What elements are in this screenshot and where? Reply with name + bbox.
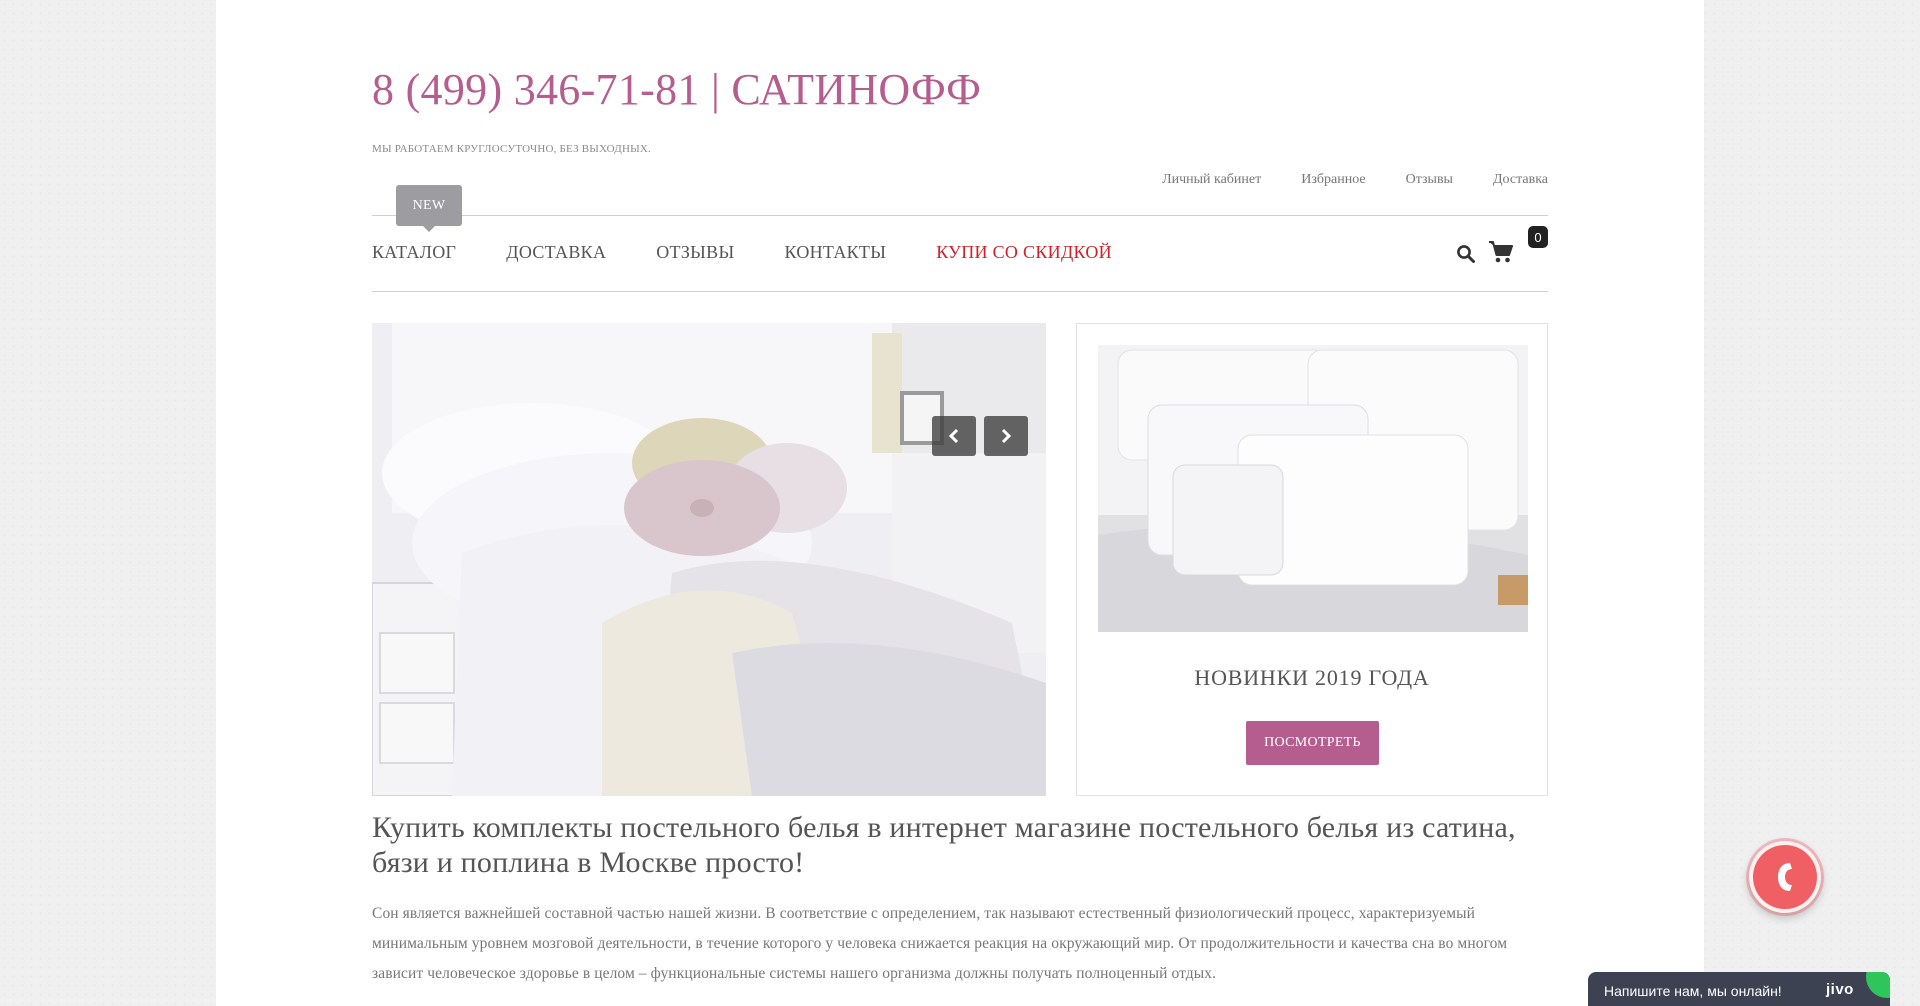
new-badge: NEW bbox=[396, 185, 462, 232]
intro-text: Сон является важнейшей составной частью … bbox=[372, 905, 1508, 982]
top-link-favorites[interactable]: Избранное bbox=[1301, 172, 1365, 188]
hero-slider[interactable] bbox=[372, 323, 1046, 796]
phone-icon bbox=[1778, 863, 1792, 891]
chat-status-indicator bbox=[1866, 972, 1890, 998]
cart-count-badge: 0 bbox=[1528, 226, 1548, 248]
view-button[interactable]: ПОСМОТРЕТЬ bbox=[1246, 721, 1379, 765]
promo-image[interactable] bbox=[1098, 345, 1528, 632]
nav-item-sale[interactable]: КУПИ СО СКИДКОЙ bbox=[936, 242, 1112, 263]
white-bedding-photo bbox=[1098, 345, 1528, 632]
content-wrapper: 8 (499) 346-71-81 | САТИНОФФ МЫ РАБОТАЕМ… bbox=[372, 0, 1548, 1006]
chat-widget-bar[interactable]: Напишите нам, мы онлайн! jivo bbox=[1588, 972, 1890, 1006]
search-icon[interactable] bbox=[1456, 244, 1476, 264]
nav-item-catalog[interactable]: КАТАЛОГ bbox=[372, 242, 456, 263]
top-link-reviews[interactable]: Отзывы bbox=[1406, 172, 1453, 188]
site-tagline: МЫ РАБОТАЕМ КРУГЛОСУТОЧНО, БЕЗ ВЫХОДНЫХ. bbox=[372, 143, 652, 155]
slider-next-button[interactable] bbox=[984, 416, 1028, 456]
page-heading: Купить комплекты постельного белья в инт… bbox=[372, 811, 1516, 879]
callback-button[interactable] bbox=[1749, 841, 1821, 913]
chevron-right-icon bbox=[1001, 428, 1012, 444]
chevron-left-icon bbox=[948, 428, 959, 444]
main-nav: КАТАЛОГ ДОСТАВКА ОТЗЫВЫ КОНТАКТЫ КУПИ СО… bbox=[372, 242, 1112, 263]
promo-card: НОВИНКИ 2019 ГОДА ПОСМОТРЕТЬ bbox=[1076, 323, 1548, 796]
nav-item-reviews[interactable]: ОТЗЫВЫ bbox=[656, 242, 734, 263]
page-container: 8 (499) 346-71-81 | САТИНОФФ МЫ РАБОТАЕМ… bbox=[216, 0, 1704, 1006]
bedroom-bedding-photo bbox=[372, 323, 1046, 796]
jivo-logo: jivo bbox=[1826, 981, 1854, 998]
slider-prev-button[interactable] bbox=[932, 416, 976, 456]
site-title[interactable]: 8 (499) 346-71-81 | САТИНОФФ bbox=[372, 64, 981, 115]
nav-item-delivery[interactable]: ДОСТАВКА bbox=[506, 242, 606, 263]
top-link-account[interactable]: Личный кабинет bbox=[1162, 172, 1261, 188]
cart-icon[interactable] bbox=[1488, 240, 1514, 264]
top-links: Личный кабинет Избранное Отзывы Доставка bbox=[1162, 172, 1548, 188]
promo-title: НОВИНКИ 2019 ГОДА bbox=[1194, 665, 1430, 690]
chat-prompt: Напишите нам, мы онлайн! bbox=[1604, 983, 1782, 999]
top-link-delivery[interactable]: Доставка bbox=[1493, 172, 1548, 188]
nav-item-contacts[interactable]: КОНТАКТЫ bbox=[784, 242, 886, 263]
nav-divider-top bbox=[372, 215, 1548, 216]
nav-divider-bottom bbox=[372, 291, 1548, 292]
